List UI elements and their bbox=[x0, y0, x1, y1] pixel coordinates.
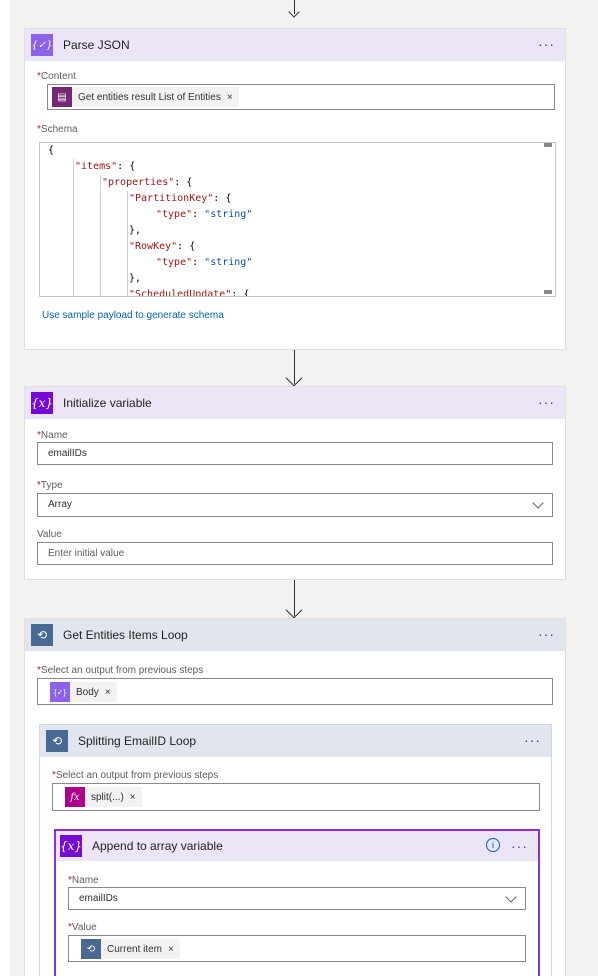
sample-payload-link[interactable]: Use sample payload to generate schema bbox=[42, 310, 224, 321]
schema-line: "items": { bbox=[75, 161, 136, 172]
more-options-icon[interactable]: ··· bbox=[511, 838, 528, 854]
content-label: *Content bbox=[37, 71, 76, 82]
schema-code: { "items": { "properties": { "PartitionKey"… bbox=[48, 143, 253, 297]
content-token[interactable]: ▤ Get entities result List of Entities × bbox=[52, 87, 239, 107]
parse-json-icon: {✓} bbox=[50, 682, 70, 702]
more-options-icon[interactable]: ··· bbox=[524, 732, 541, 748]
schema-line: "type": "string" bbox=[156, 209, 253, 220]
parse-json-title: Parse JSON bbox=[63, 38, 130, 52]
chevron-down-icon bbox=[505, 891, 517, 903]
value-field[interactable]: ⟲ Current item × bbox=[68, 935, 526, 962]
name-label: *Name bbox=[68, 875, 99, 886]
schema-line: }, bbox=[129, 225, 142, 236]
schema-line: "type": "string" bbox=[156, 257, 253, 268]
parse-json-header[interactable]: {✓} Parse JSON ··· bbox=[25, 29, 565, 61]
initialize-variable-header[interactable]: {x} Initialize variable ··· bbox=[25, 387, 565, 419]
info-icon[interactable]: i bbox=[486, 838, 500, 852]
name-label: *Name bbox=[37, 430, 68, 441]
left-gutter bbox=[0, 0, 10, 976]
schema-line: "RowKey": { bbox=[129, 241, 196, 252]
get-entities-loop-header[interactable]: ⟲ Get Entities Items Loop ··· bbox=[25, 619, 565, 651]
value-placeholder: Enter initial value bbox=[48, 548, 125, 559]
initialize-variable-card[interactable]: {x} Initialize variable ··· *Name emailI… bbox=[24, 386, 566, 580]
scrollbar-bottom[interactable] bbox=[544, 290, 552, 294]
value-label: Value bbox=[37, 529, 62, 540]
loop-icon: ⟲ bbox=[46, 730, 68, 752]
splitting-emailid-loop-card[interactable]: ⟲ Splitting EmailID Loop ··· *Select an … bbox=[39, 724, 552, 976]
select-output-field[interactable]: {✓} Body × bbox=[37, 678, 553, 705]
type-value: Array bbox=[48, 499, 72, 510]
connector-arrow bbox=[285, 580, 305, 619]
select-output-label: *Select an output from previous steps bbox=[37, 665, 204, 676]
parse-json-card[interactable]: {✓} Parse JSON ··· *Content ▤ Get entiti… bbox=[24, 28, 566, 350]
type-dropdown[interactable]: Array bbox=[37, 493, 553, 517]
more-options-icon[interactable]: ··· bbox=[538, 36, 555, 52]
type-label: *Type bbox=[37, 480, 63, 491]
value-field[interactable]: Enter initial value bbox=[37, 542, 553, 565]
get-entities-loop-card[interactable]: ⟲ Get Entities Items Loop ··· *Select an… bbox=[24, 618, 566, 976]
schema-line: "ScheduledUpdate": { bbox=[129, 289, 250, 297]
name-dropdown[interactable]: emailIDs bbox=[68, 887, 526, 910]
storage-table-icon: ▤ bbox=[52, 87, 72, 107]
content-field[interactable]: ▤ Get entities result List of Entities × bbox=[47, 84, 555, 110]
more-options-icon[interactable]: ··· bbox=[538, 394, 555, 410]
connector-arrow bbox=[285, 350, 305, 387]
scrollbar-top[interactable] bbox=[544, 143, 552, 147]
variable-icon: {x} bbox=[60, 835, 82, 857]
variable-icon: {x} bbox=[31, 392, 53, 414]
select-output-label: *Select an output from previous steps bbox=[52, 770, 219, 781]
initialize-variable-title: Initialize variable bbox=[63, 396, 152, 410]
remove-token-icon[interactable]: × bbox=[105, 687, 117, 698]
schema-line: "PartitionKey": { bbox=[129, 193, 232, 204]
schema-line: }, bbox=[129, 273, 142, 284]
name-value: emailIDs bbox=[79, 893, 118, 904]
splitting-emailid-loop-header[interactable]: ⟲ Splitting EmailID Loop ··· bbox=[40, 725, 551, 757]
remove-token-icon[interactable]: × bbox=[130, 792, 142, 803]
append-to-array-card[interactable]: {x} Append to array variable i ··· *Name… bbox=[54, 829, 540, 976]
more-options-icon[interactable]: ··· bbox=[538, 626, 555, 642]
remove-token-icon[interactable]: × bbox=[227, 92, 239, 103]
schema-label: *Schema bbox=[37, 124, 78, 135]
split-token[interactable]: fx split(...) × bbox=[65, 787, 142, 807]
select-output-field[interactable]: fx split(...) × bbox=[52, 783, 540, 811]
append-to-array-header[interactable]: {x} Append to array variable i ··· bbox=[56, 831, 538, 861]
name-field[interactable]: emailIDs bbox=[37, 442, 553, 465]
loop-icon: ⟲ bbox=[31, 624, 53, 646]
fx-icon: fx bbox=[65, 787, 85, 807]
connector-arrow-top bbox=[285, 0, 305, 22]
body-token[interactable]: {✓} Body × bbox=[50, 682, 117, 702]
schema-line: "properties": { bbox=[102, 177, 193, 188]
schema-editor[interactable]: { "items": { "properties": { "PartitionKey"… bbox=[39, 142, 556, 297]
get-entities-loop-title: Get Entities Items Loop bbox=[63, 628, 188, 642]
loop-icon: ⟲ bbox=[81, 939, 101, 959]
value-label: *Value bbox=[68, 922, 97, 933]
append-to-array-title: Append to array variable bbox=[92, 839, 223, 853]
remove-token-icon[interactable]: × bbox=[168, 944, 180, 955]
current-item-token[interactable]: ⟲ Current item × bbox=[81, 939, 180, 959]
parse-json-icon: {✓} bbox=[31, 34, 53, 56]
splitting-emailid-loop-title: Splitting EmailID Loop bbox=[78, 734, 197, 748]
schema-line: { bbox=[48, 145, 55, 156]
chevron-down-icon bbox=[532, 497, 544, 509]
name-value: emailIDs bbox=[48, 448, 87, 459]
